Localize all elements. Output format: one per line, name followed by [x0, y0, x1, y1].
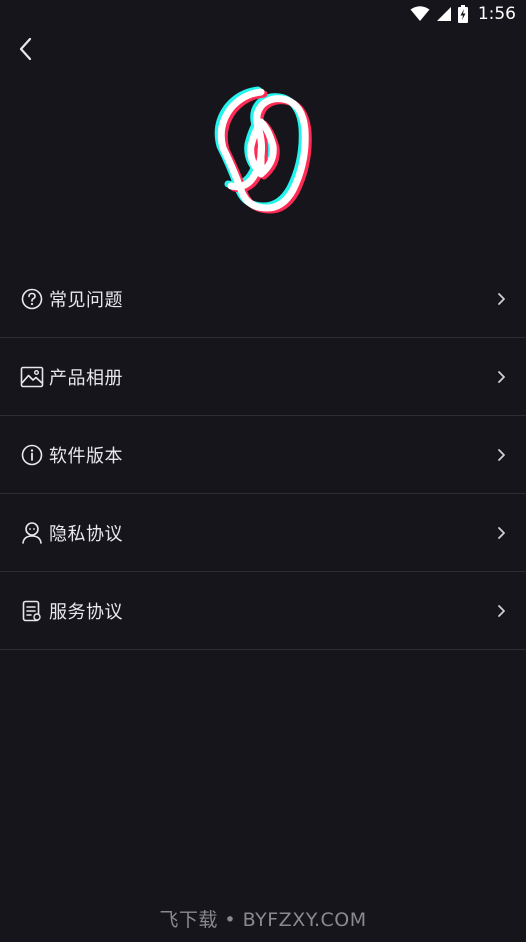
menu-item-service-agreement[interactable]: 服务协议	[0, 572, 526, 650]
chevron-right-icon	[494, 292, 508, 306]
document-icon	[20, 599, 44, 623]
back-button[interactable]	[10, 36, 40, 66]
menu-item-label: 服务协议	[49, 601, 123, 623]
chevron-right-icon	[494, 448, 508, 462]
chevron-right-icon	[494, 604, 508, 618]
question-circle-icon	[20, 287, 44, 311]
info-circle-icon	[20, 443, 44, 467]
chevron-right-icon	[494, 526, 508, 540]
battery-charging-icon	[457, 5, 468, 23]
chevron-left-icon	[18, 37, 32, 65]
about-screen: 1:56 常见问题 产品相册 软件版本 隐私协议 服务协议 飞下载 • BYFZ…	[0, 0, 526, 942]
menu-item-software-version[interactable]: 软件版本	[0, 416, 526, 494]
menu-item-label: 软件版本	[49, 445, 123, 467]
user-icon	[20, 521, 44, 545]
wifi-icon	[410, 6, 430, 22]
status-bar: 1:56	[0, 0, 526, 28]
menu-item-privacy-policy[interactable]: 隐私协议	[0, 494, 526, 572]
menu-item-label: 隐私协议	[49, 523, 123, 545]
watermark: 飞下载 • BYFZXY.COM	[159, 909, 367, 931]
settings-menu: 常见问题 产品相册 软件版本 隐私协议 服务协议	[0, 260, 526, 650]
app-logo-icon	[213, 86, 313, 218]
status-time: 1:56	[477, 4, 516, 24]
chevron-right-icon	[494, 370, 508, 384]
signal-icon	[436, 6, 452, 22]
menu-item-product-album[interactable]: 产品相册	[0, 338, 526, 416]
menu-item-label: 常见问题	[49, 289, 123, 311]
menu-item-faq[interactable]: 常见问题	[0, 260, 526, 338]
menu-item-label: 产品相册	[49, 367, 123, 389]
image-icon	[20, 365, 44, 389]
